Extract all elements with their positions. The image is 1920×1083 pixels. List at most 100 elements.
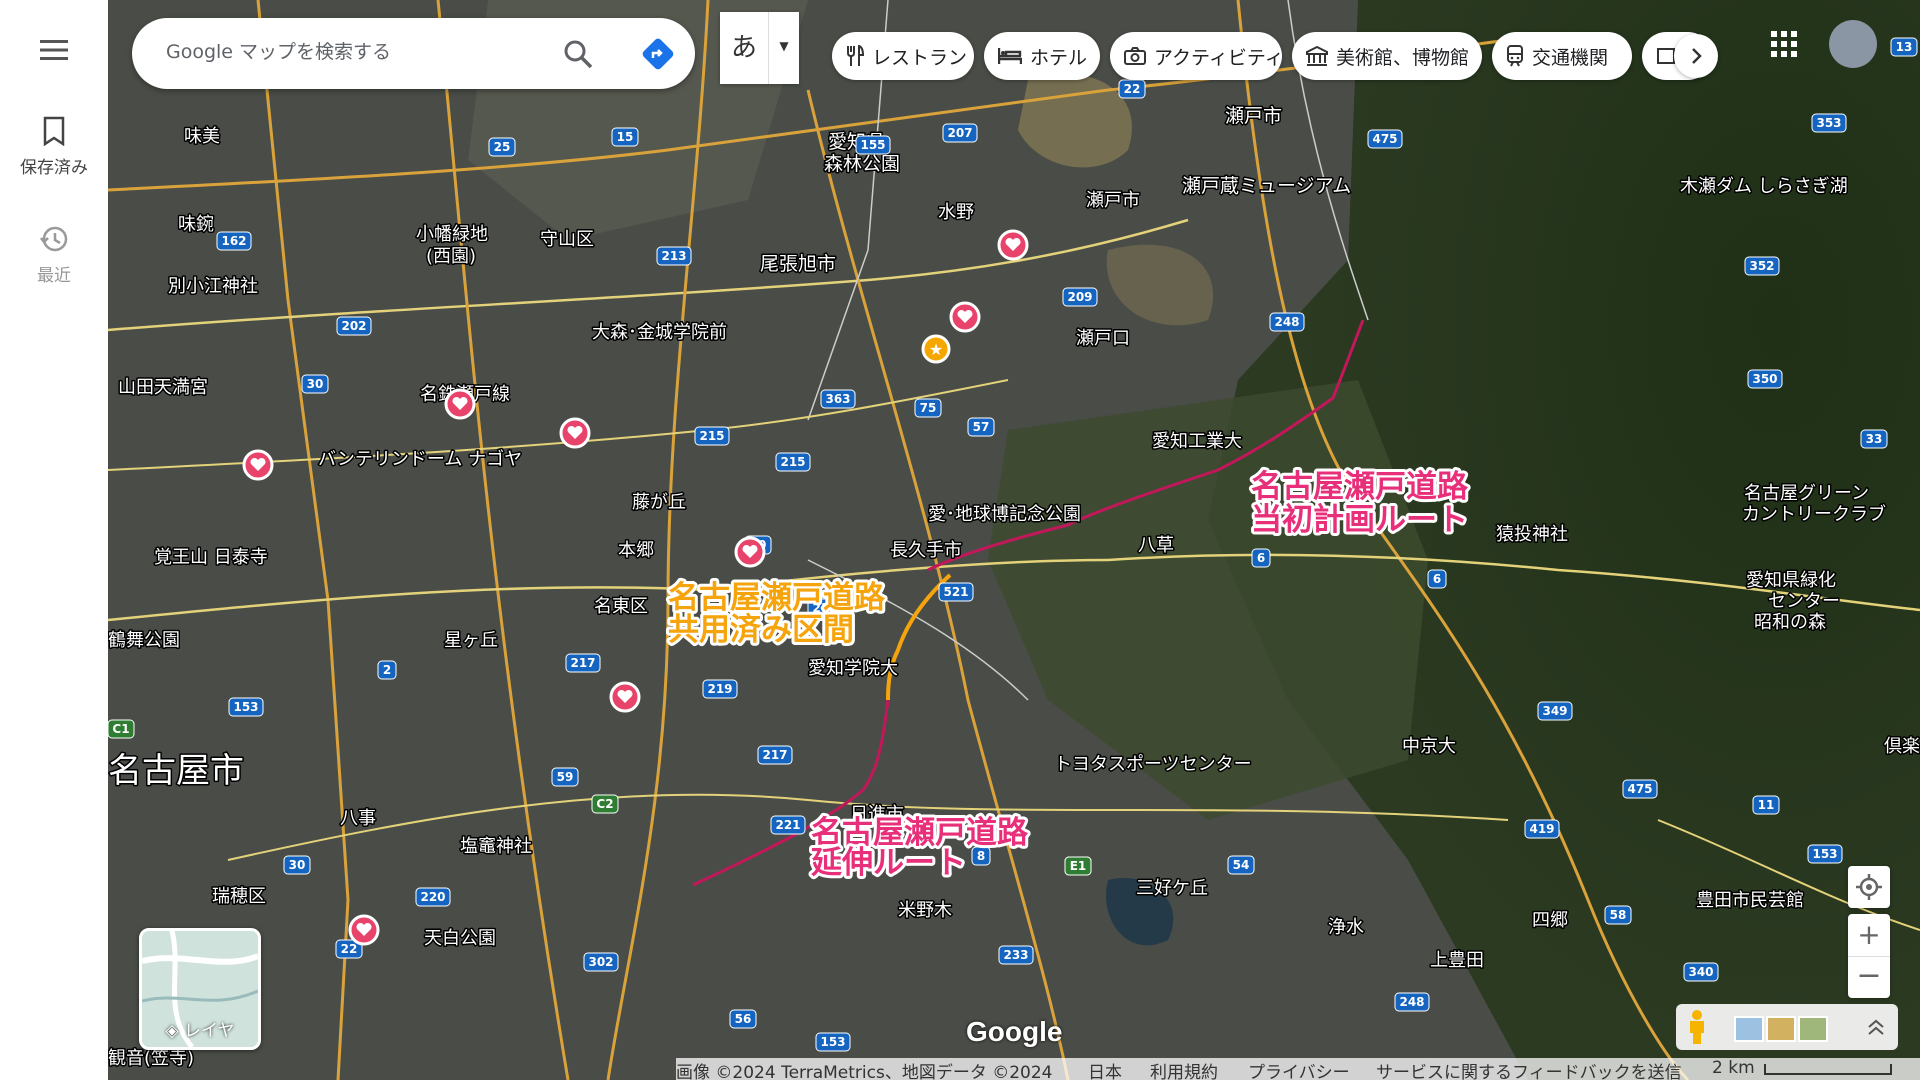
place-label-seto-shi-station[interactable]: 瀬戸市 xyxy=(1085,189,1142,213)
place-label-chukyo-univ[interactable]: 中京大 xyxy=(1401,735,1458,759)
saved-place-heart-pin[interactable] xyxy=(444,388,476,420)
place-label-obata-ryokuchi-2[interactable]: (西園) xyxy=(425,245,478,269)
place-label-nagoya-green-2[interactable]: カントリークラブ xyxy=(1741,502,1888,527)
chip-activities[interactable]: アクティビティ xyxy=(1110,32,1282,80)
saved-place-heart-pin[interactable] xyxy=(348,914,380,946)
place-label-mizuno[interactable]: 水野 xyxy=(937,201,976,225)
place-label-nagoya-city[interactable]: 名古屋市 xyxy=(108,750,246,793)
place-label-yagoto[interactable]: 八事 xyxy=(339,807,378,831)
layers-button[interactable]: ◈ レイヤ xyxy=(139,928,261,1050)
place-label-kasadera[interactable]: 観音(笠寺) xyxy=(108,1047,196,1071)
place-label-aichi-green-1[interactable]: 愛知県緑化 xyxy=(1745,569,1838,593)
place-label-tsurumai[interactable]: 鶴舞公園 xyxy=(108,629,182,653)
place-label-owariasahi-city[interactable]: 尾張旭市 xyxy=(759,252,838,277)
place-label-aichi-gakuin[interactable]: 愛知学院大 xyxy=(807,657,900,681)
place-label-yamada-temmangu[interactable]: 山田天満宮 xyxy=(117,376,210,400)
place-label-expo-park[interactable]: 愛･地球博記念公園 xyxy=(927,502,1083,527)
place-label-aichi-tech[interactable]: 愛知工業大 xyxy=(1151,430,1244,454)
saved-place-heart-pin[interactable] xyxy=(609,681,641,713)
expand-up-icon[interactable] xyxy=(1866,1017,1886,1037)
place-label-shigo[interactable]: 四郷 xyxy=(1531,909,1570,933)
street-view-bar xyxy=(1676,1004,1898,1050)
place-label-seto-kura-museum[interactable]: 瀬戸蔵ミュージアム xyxy=(1181,174,1353,199)
place-label-nagakute-city[interactable]: 長久手市 xyxy=(889,539,964,563)
saved-place-heart-pin[interactable] xyxy=(997,229,1029,261)
place-label-josui[interactable]: 浄水 xyxy=(1327,916,1366,940)
place-label-toyota-mingei[interactable]: 豊田市民芸館 xyxy=(1695,889,1806,913)
svg-text:302: 302 xyxy=(588,955,613,969)
place-label-sanage-shrine[interactable]: 猿投神社 xyxy=(1495,523,1570,547)
saved-place-heart-pin[interactable] xyxy=(734,536,766,568)
directions-icon[interactable] xyxy=(640,36,676,72)
place-label-meito[interactable]: 名東区 xyxy=(593,595,650,619)
place-label-hongo[interactable]: 本郷 xyxy=(617,539,656,563)
place-label-shiogama[interactable]: 塩竈神社 xyxy=(459,835,534,859)
place-label-seto-guchi[interactable]: 瀬戸口 xyxy=(1075,327,1132,351)
zoom-in-button[interactable]: + xyxy=(1848,914,1890,956)
svg-text:162: 162 xyxy=(221,234,246,248)
place-label-kiseda-dam[interactable]: 木瀬ダム しらさぎ湖 xyxy=(1679,175,1850,199)
svg-text:475: 475 xyxy=(1627,782,1652,796)
chip-restaurant[interactable]: レストラン xyxy=(832,32,974,80)
footer-feedback-link[interactable]: サービスに関するフィードバックを送信 xyxy=(1376,1058,1682,1083)
ime-dropdown-icon[interactable]: ▼ xyxy=(769,12,799,84)
saved-button[interactable]: 保存済み xyxy=(0,116,108,178)
saved-place-heart-pin[interactable] xyxy=(949,301,981,333)
place-label-tenpaku[interactable]: 天白公園 xyxy=(423,927,498,951)
place-label-omori-kinjo[interactable]: 大森･金城学院前 xyxy=(591,321,729,345)
input-method-toggle[interactable]: あ ▼ xyxy=(720,12,799,84)
chip-transit[interactable]: 交通機関 xyxy=(1492,32,1632,80)
account-avatar[interactable] xyxy=(1829,20,1877,68)
route-shield: 75 xyxy=(914,398,942,418)
place-label-aichi-green-3[interactable]: 昭和の森 xyxy=(1753,611,1828,635)
place-label-aichi-forest-park-2[interactable]: 森林公園 xyxy=(823,152,902,177)
footer-japan-link[interactable]: 日本 xyxy=(1088,1058,1122,1083)
saved-place-heart-pin[interactable] xyxy=(559,417,591,449)
route-shield: C1 xyxy=(108,719,135,739)
place-label-hoshigaoka[interactable]: 星ヶ丘 xyxy=(443,629,500,653)
search-icon[interactable] xyxy=(560,36,596,72)
place-label-ajimi[interactable]: 味美 xyxy=(183,125,222,149)
place-label-fujigaoka[interactable]: 藤が丘 xyxy=(631,491,688,515)
place-label-kurabu[interactable]: 倶楽部 xyxy=(1883,735,1920,759)
place-label-ajika[interactable]: 味鋺 xyxy=(177,213,216,237)
place-label-mizuho[interactable]: 瑞穂区 xyxy=(211,885,268,909)
my-location-button[interactable] xyxy=(1848,866,1890,908)
chip-museums[interactable]: 美術館、博物館 xyxy=(1292,32,1482,80)
place-label-betsu-shrine[interactable]: 別小江神社 xyxy=(167,275,260,299)
chip-hotel[interactable]: ホテル xyxy=(984,32,1100,80)
apps-grid-icon[interactable] xyxy=(1771,31,1797,57)
svg-text:419: 419 xyxy=(1529,822,1554,836)
footer-terms-link[interactable]: 利用規約 xyxy=(1150,1058,1218,1083)
zoom-out-button[interactable]: − xyxy=(1848,956,1890,999)
scale-label[interactable]: 2 km xyxy=(1712,1058,1755,1078)
recent-button[interactable]: 最近 xyxy=(0,224,108,286)
place-label-seto-city[interactable]: 瀬戸市 xyxy=(1224,104,1284,129)
route-shield: 302 xyxy=(583,952,619,972)
place-label-komenoki[interactable]: 米野木 xyxy=(897,899,954,923)
footer-privacy-link[interactable]: プライバシー xyxy=(1248,1058,1350,1083)
imagery-thumb-1[interactable] xyxy=(1734,1016,1764,1042)
place-label-vantelin-dome[interactable]: バンテリンドーム ナゴヤ xyxy=(317,448,524,472)
place-label-kakuozan[interactable]: 覚王山 日泰寺 xyxy=(153,546,270,570)
menu-button[interactable] xyxy=(0,38,108,67)
place-label-obata-ryokuchi-1[interactable]: 小幡緑地 xyxy=(415,223,490,247)
place-label-aichi-green-2[interactable]: センター xyxy=(1767,590,1842,614)
place-label-yakusa[interactable]: 八草 xyxy=(1137,534,1176,558)
annotation-extension-line2: 延伸ルート xyxy=(810,845,966,881)
place-label-miyoshigaoka[interactable]: 三好ケ丘 xyxy=(1135,877,1210,901)
imagery-thumb-3[interactable] xyxy=(1798,1016,1828,1042)
pegman-icon[interactable] xyxy=(1685,1009,1709,1045)
search-input[interactable] xyxy=(164,40,548,64)
imagery-thumb-2[interactable] xyxy=(1766,1016,1796,1042)
route-shield: C2 xyxy=(591,794,619,814)
chips-scroll-right-button[interactable] xyxy=(1674,34,1718,78)
satellite-map[interactable]: 瀬戸市瀬戸蔵ミュージアム木瀬ダム しらさぎ湖愛知県森林公園尾張旭市水野瀬戸市瀬戸… xyxy=(108,0,1920,1080)
place-label-toyota-sports[interactable]: トヨタスポーツセンター xyxy=(1053,753,1254,777)
place-label-moriyama[interactable]: 守山区 xyxy=(539,228,596,252)
saved-place-heart-pin[interactable] xyxy=(242,449,274,481)
map-canvas[interactable]: 瀬戸市瀬戸蔵ミュージアム木瀬ダム しらさぎ湖愛知県森林公園尾張旭市水野瀬戸市瀬戸… xyxy=(108,0,1920,1080)
starred-place-pin[interactable]: ★ xyxy=(921,334,951,364)
place-label-nagoya-green-1[interactable]: 名古屋グリーン xyxy=(1743,482,1871,506)
place-label-kamitoyota[interactable]: 上豊田 xyxy=(1429,949,1486,973)
